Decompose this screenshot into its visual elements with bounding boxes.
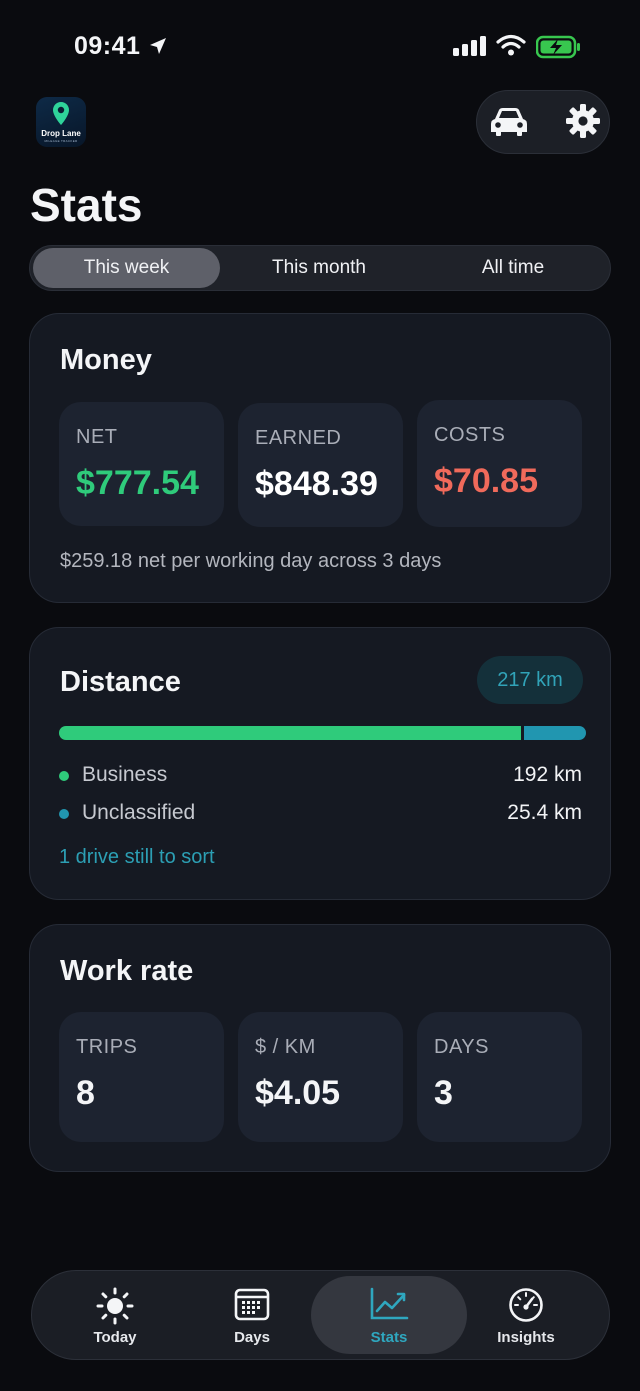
app-logo-text: Drop Lane — [41, 129, 81, 138]
calendar-icon — [187, 1287, 317, 1321]
status-bar: 09:41 — [0, 0, 640, 96]
work-rate-card: Work rate TRIPS 8 $ / KM $4.05 DAYS 3 — [29, 924, 611, 1172]
cellular-signal-icon — [453, 36, 487, 61]
tab-days-label: Days — [234, 1329, 270, 1346]
money-card-title: Money — [60, 344, 152, 376]
legend-label-unclassified: Unclassified — [82, 801, 196, 824]
net-per-day-note: $259.18 net per working day across 3 day… — [60, 550, 442, 572]
legend-value-unclassified: 25.4 km — [507, 801, 582, 824]
wifi-icon — [496, 34, 526, 61]
days-label: DAYS — [434, 1036, 489, 1058]
settings-button[interactable] — [563, 103, 603, 143]
tab-today[interactable]: Today — [50, 1271, 180, 1359]
gear-icon — [565, 103, 601, 144]
legend-label-business: Business — [82, 763, 168, 786]
app-logo-tagline: MILEAGE TRACKER — [44, 139, 78, 143]
battery-charging-icon — [535, 35, 582, 64]
costs-tile: COSTS $70.85 — [417, 400, 582, 527]
work-rate-card-title: Work rate — [60, 955, 194, 987]
earned-value: $848.39 — [255, 465, 378, 503]
days-tile: DAYS 3 — [417, 1012, 582, 1142]
earned-tile: EARNED $848.39 — [238, 403, 403, 527]
money-card: Money NET $777.54 EARNED $848.39 COSTS $… — [29, 313, 611, 603]
tab-stats[interactable]: Stats — [311, 1276, 467, 1354]
net-value: $777.54 — [76, 464, 199, 502]
distance-card-title: Distance — [60, 666, 181, 698]
distance-total-badge: 217 km — [477, 656, 583, 704]
bottom-tab-bar: Today Days Stats Insights — [31, 1270, 610, 1360]
sun-icon — [50, 1287, 180, 1325]
net-label: NET — [76, 426, 118, 448]
tab-this-week-label: This week — [83, 257, 170, 278]
tab-all-time-label: All time — [481, 257, 545, 278]
tab-days[interactable]: Days — [187, 1271, 317, 1359]
status-time: 09:41 — [74, 32, 141, 60]
header-actions — [476, 90, 610, 154]
location-arrow-icon — [148, 36, 168, 61]
tab-this-month-label: This month — [272, 257, 366, 278]
per-km-label: $ / KM — [255, 1036, 316, 1058]
trips-tile: TRIPS 8 — [59, 1012, 224, 1142]
app-logo: Drop Lane MILEAGE TRACKER — [36, 97, 86, 147]
trips-label: TRIPS — [76, 1036, 138, 1058]
per-km-value: $4.05 — [255, 1074, 341, 1112]
trips-value: 8 — [76, 1074, 95, 1112]
chart-line-icon — [311, 1287, 467, 1321]
legend-dot-unclassified — [59, 809, 69, 819]
legend-row-business: Business 192 km — [59, 761, 582, 791]
tab-insights[interactable]: Insights — [461, 1271, 591, 1359]
days-value: 3 — [434, 1074, 453, 1112]
legend-row-unclassified: Unclassified 25.4 km — [59, 799, 582, 829]
distance-bar-unclassified — [524, 726, 586, 740]
tab-all-time[interactable]: All time — [418, 248, 608, 288]
speedometer-icon — [461, 1287, 591, 1323]
net-tile: NET $777.54 — [59, 402, 224, 526]
costs-value: $70.85 — [434, 462, 538, 500]
tab-this-month[interactable]: This month — [224, 248, 414, 288]
map-pin-icon — [52, 101, 70, 132]
tab-this-week[interactable]: This week — [33, 248, 220, 288]
range-segmented-control: This week This month All time — [29, 245, 611, 291]
per-km-tile: $ / KM $4.05 — [238, 1012, 403, 1142]
tab-today-label: Today — [93, 1329, 137, 1346]
costs-label: COSTS — [434, 424, 506, 446]
legend-dot-business — [59, 771, 69, 781]
car-icon — [489, 105, 529, 142]
legend-value-business: 192 km — [513, 763, 582, 786]
vehicle-button[interactable] — [489, 103, 529, 143]
distance-bar-business — [59, 726, 521, 740]
unsorted-drives-link[interactable]: 1 drive still to sort — [59, 846, 215, 869]
tab-stats-label: Stats — [370, 1329, 408, 1346]
earned-label: EARNED — [255, 427, 342, 449]
page-title: Stats — [30, 179, 143, 231]
distance-card: Distance 217 km Business 192 km Unclassi… — [29, 627, 611, 900]
tab-insights-label: Insights — [497, 1329, 555, 1346]
